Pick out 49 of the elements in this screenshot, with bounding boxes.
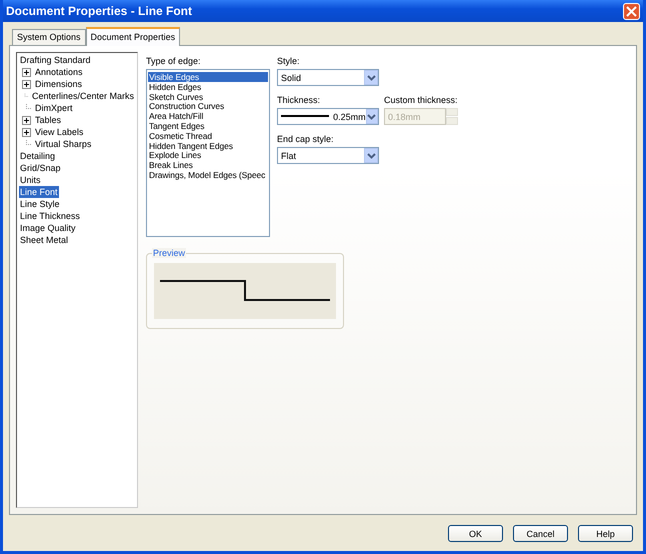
tree-item[interactable]: Drafting Standard	[19, 54, 92, 66]
tree-item[interactable]: Units	[19, 174, 42, 186]
field-label: End cap style:	[277, 134, 335, 144]
list-item[interactable]: Drawings, Model Edges (Speec	[148, 170, 268, 180]
list-item[interactable]: Explode Lines	[148, 150, 268, 160]
list-item[interactable]: Sketch Curves	[148, 92, 268, 102]
expand-icon[interactable]	[22, 68, 31, 76]
tree-item[interactable]: Centerlines/Center Marks	[30, 90, 135, 102]
list-item[interactable]: Cosmetic Thread	[148, 130, 268, 141]
style-dropdown[interactable]: Solid	[277, 69, 379, 86]
window-title: Document Properties - Line Font	[6, 4, 192, 18]
list-item[interactable]: Construction Curves	[148, 101, 268, 112]
close-icon	[626, 6, 637, 16]
expand-icon[interactable]	[22, 80, 31, 88]
dialog-button[interactable]: Cancel	[513, 525, 568, 542]
group-label: Preview	[152, 248, 186, 258]
field-label: Type of edge:	[146, 56, 202, 66]
field-label: Thickness:	[277, 95, 322, 105]
list-item[interactable]: Hidden Edges	[148, 82, 268, 92]
tree-item[interactable]: Dimensions	[34, 78, 84, 90]
end-cap-dropdown[interactable]: Flat	[277, 147, 379, 164]
list-item[interactable]: Tangent Edges	[148, 120, 268, 131]
field-label: Style:	[277, 56, 301, 66]
tree-item[interactable]: Line Style	[19, 198, 61, 210]
expand-icon[interactable]	[22, 116, 31, 124]
tree-item[interactable]: Detailing	[19, 150, 56, 162]
dialog-button[interactable]: OK	[448, 525, 503, 542]
dialog-button[interactable]: Help	[578, 525, 633, 542]
close-button[interactable]	[623, 2, 640, 20]
tree-item[interactable]: Line Thickness	[19, 210, 81, 222]
tree-item[interactable]: View Labels	[34, 126, 84, 138]
tree-item[interactable]: DimXpert	[34, 102, 74, 114]
list-item[interactable]: Break Lines	[148, 160, 268, 170]
tree-item[interactable]: Virtual Sharps	[34, 138, 92, 150]
tree-item[interactable]: Annotations	[34, 66, 84, 78]
tree-item[interactable]: Sheet Metal	[19, 234, 70, 246]
field-label: Custom thickness:	[384, 95, 458, 105]
tree-item[interactable]: Image Quality	[19, 222, 77, 234]
expand-icon[interactable]	[22, 128, 31, 136]
line-sample-icon	[281, 115, 330, 118]
tab[interactable]: System Options	[12, 29, 86, 45]
list-item[interactable]: Area Hatch/Fill	[148, 111, 268, 121]
thickness-dropdown[interactable]: 0.25mm	[277, 108, 379, 125]
list-item[interactable]: Hidden Tangent Edges	[148, 140, 268, 150]
list-item[interactable]: Visible Edges	[148, 72, 268, 82]
tree-item[interactable]: Line Font	[19, 186, 59, 198]
tab[interactable]: Document Properties	[86, 27, 180, 46]
tree-item[interactable]: Tables	[34, 114, 62, 126]
tree-item[interactable]: Grid/Snap	[19, 162, 62, 174]
